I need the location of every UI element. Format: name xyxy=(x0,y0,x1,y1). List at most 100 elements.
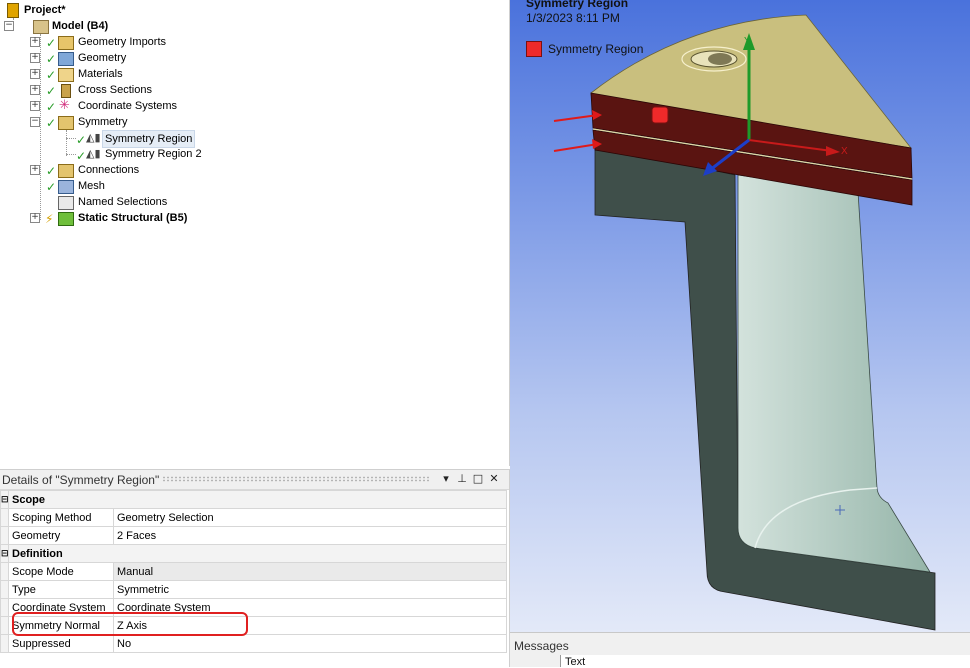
column-label: Text xyxy=(565,656,586,668)
row-label: Suppressed xyxy=(8,634,114,653)
tree-item-symmetry-region-2[interactable]: ✓ ◭▮ Symmetry Region 2 xyxy=(76,146,296,163)
details-row[interactable]: Scoping Method Geometry Selection xyxy=(0,508,507,527)
mesh-icon xyxy=(58,180,74,194)
checkmark-icon: ✓ xyxy=(46,52,57,66)
checkmark-icon: ✓ xyxy=(46,68,57,82)
tree-item-label: Static Structural (B5) xyxy=(78,212,188,224)
close-icon[interactable]: ✕ xyxy=(487,472,501,486)
materials-icon xyxy=(58,68,74,82)
selection-marker xyxy=(651,106,669,124)
triad-y-label: Y xyxy=(744,36,751,47)
annotation-arrow xyxy=(553,114,599,122)
connections-icon xyxy=(58,164,74,178)
row-value[interactable]: Manual xyxy=(113,562,507,581)
details-panel: Details of "Symmetry Region" ▾ ⊥ □ ✕ ⊟ S… xyxy=(0,469,510,667)
legend-swatch xyxy=(526,41,542,57)
symmetry-region-icon: ◭▮ xyxy=(86,131,101,144)
collapse-icon[interactable]: ⊟ xyxy=(0,544,9,563)
checkmark-icon: ✓ xyxy=(46,164,57,178)
checkmark-icon: ✓ xyxy=(46,36,57,50)
collapse-icon[interactable]: ⊟ xyxy=(0,490,9,509)
row-label: Scope Mode xyxy=(8,562,114,581)
collapse-icon[interactable]: − xyxy=(4,21,14,31)
row-label: Type xyxy=(8,580,114,599)
outline-tree: Project* − Model (B4) + ✓ Geometry Impor… xyxy=(0,0,510,466)
row-value[interactable]: 2 Faces xyxy=(113,526,507,545)
geometry-imports-icon xyxy=(58,36,74,50)
coordinate-systems-icon: ✳ xyxy=(59,98,70,113)
named-selections-icon xyxy=(58,196,74,210)
tree-item-geometry[interactable]: + ✓ Geometry xyxy=(30,50,330,66)
checkmark-icon: ✓ xyxy=(46,84,57,98)
row-value[interactable]: Symmetric xyxy=(113,580,507,599)
section-scope[interactable]: ⊟ Scope xyxy=(0,490,507,509)
tree-item-symmetry-region[interactable]: ✓ ◭▮ Symmetry Region xyxy=(76,130,296,148)
expand-icon[interactable]: + xyxy=(30,101,40,111)
expand-icon[interactable]: + xyxy=(30,53,40,63)
pin-icon[interactable]: ⊥ xyxy=(455,472,469,486)
details-row[interactable]: Geometry 2 Faces xyxy=(0,526,507,545)
row-label: Scoping Method xyxy=(8,508,114,527)
messages-title: Messages xyxy=(514,639,569,653)
tree-item-geometry-imports[interactable]: + ✓ Geometry Imports xyxy=(30,34,330,50)
section-definition[interactable]: ⊟ Definition xyxy=(0,544,507,563)
tree-item-coordinate-systems[interactable]: + ✓ ✳ Coordinate Systems xyxy=(30,98,330,114)
graphics-viewport[interactable]: Y X Symmetry Region 1/3/2023 8:11 PM Sym… xyxy=(510,0,970,632)
lightning-icon: ⚡ xyxy=(45,212,54,226)
tree-item-label: Model (B4) xyxy=(52,20,109,32)
geometry-icon xyxy=(58,52,74,66)
tree-item-mesh[interactable]: ✓ Mesh xyxy=(30,178,330,194)
cross-section-icon xyxy=(61,84,71,98)
details-row[interactable]: Scope Mode Manual xyxy=(0,562,507,581)
tree-connector xyxy=(66,138,76,139)
expand-icon[interactable]: + xyxy=(30,85,40,95)
expand-icon[interactable]: + xyxy=(30,37,40,47)
symmetry-folder-icon xyxy=(58,116,74,130)
tree-item-cross-sections[interactable]: + ✓ Cross Sections xyxy=(30,82,330,98)
details-row[interactable]: Suppressed No xyxy=(0,634,507,653)
tree-item-label: Geometry xyxy=(78,52,127,64)
maximize-icon[interactable]: □ xyxy=(471,472,485,486)
drag-grip[interactable] xyxy=(162,476,430,482)
dropdown-arrow-icon[interactable]: ▾ xyxy=(439,472,453,486)
tree-item-label: Project* xyxy=(24,4,66,16)
expand-icon[interactable]: + xyxy=(30,69,40,79)
model-render: Y X xyxy=(553,14,936,631)
tree-item-label: Materials xyxy=(78,68,123,80)
row-value[interactable]: Geometry Selection xyxy=(113,508,507,527)
tree-item-label: Mesh xyxy=(78,180,105,192)
tree-item-static-structural[interactable]: + ⚡ Static Structural (B5) xyxy=(30,210,330,226)
project-icon xyxy=(7,3,19,18)
tree-item-label: Named Selections xyxy=(78,196,168,208)
triad-x-label: X xyxy=(841,146,848,157)
tree-item-label: Connections xyxy=(78,164,140,176)
body-light-face xyxy=(737,174,931,573)
model-icon xyxy=(33,20,49,34)
legend-label: Symmetry Region xyxy=(548,42,644,56)
row-value[interactable]: No xyxy=(113,634,507,653)
expand-icon[interactable]: + xyxy=(30,165,40,175)
hole-shadow xyxy=(708,53,732,65)
tree-connector xyxy=(66,130,67,156)
row-label: Geometry xyxy=(8,526,114,545)
checkmark-icon: ✓ xyxy=(46,116,57,130)
tree-item-label: Symmetry xyxy=(78,116,128,128)
tree-item-symmetry[interactable]: − ✓ Symmetry xyxy=(30,114,330,130)
tree-item-materials[interactable]: + ✓ Materials xyxy=(30,66,330,82)
messages-panel: Messages Text xyxy=(510,632,970,668)
viewport-title: Symmetry Region xyxy=(526,0,629,10)
details-title: Details of "Symmetry Region" xyxy=(2,473,160,487)
collapse-icon[interactable]: − xyxy=(30,117,40,127)
details-row[interactable]: Type Symmetric xyxy=(0,580,507,599)
section-label: Definition xyxy=(8,544,507,563)
annotation-arrow xyxy=(553,143,599,152)
expand-icon[interactable]: + xyxy=(30,213,40,223)
tree-connector xyxy=(66,154,76,155)
tree-item-label: Geometry Imports xyxy=(78,36,167,48)
tree-item-named-selections[interactable]: Named Selections xyxy=(30,194,330,210)
tree-item-connections[interactable]: + ✓ Connections xyxy=(30,162,330,178)
section-label: Scope xyxy=(8,490,507,509)
messages-column-header[interactable]: Text xyxy=(560,655,970,668)
tree-item-label: Coordinate Systems xyxy=(78,100,178,112)
symmetry-region-icon: ◭▮ xyxy=(86,147,101,160)
